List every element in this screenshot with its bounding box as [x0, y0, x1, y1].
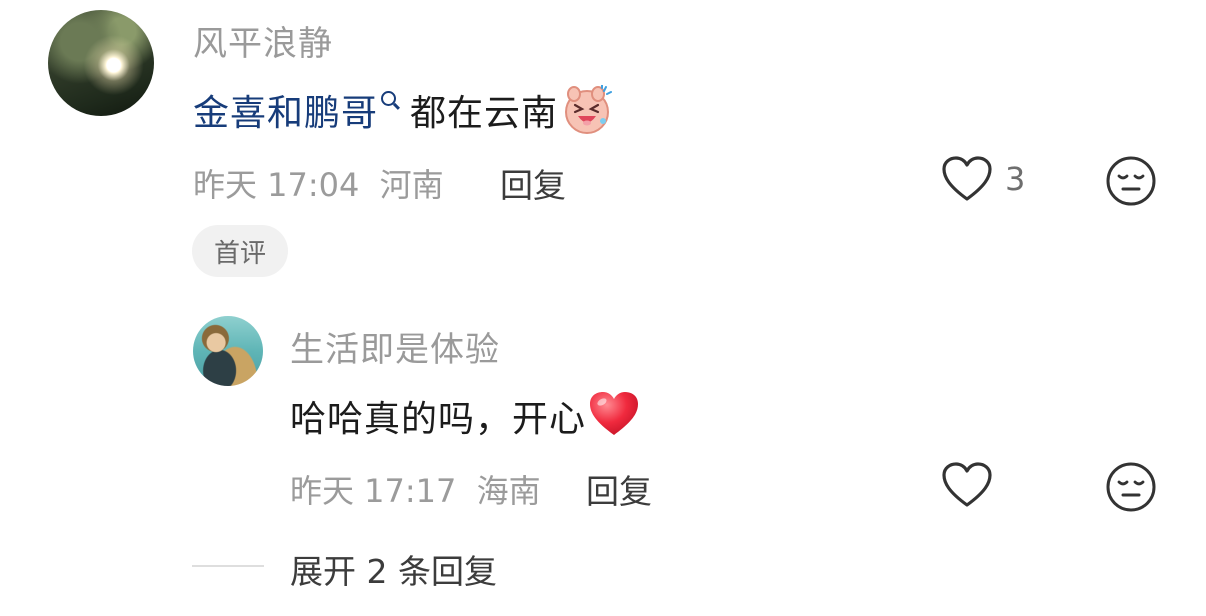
reply-text: 哈哈真的吗，开心	[290, 399, 587, 440]
comment-text: 都在云南	[410, 93, 559, 134]
like-count: 3	[1005, 160, 1026, 198]
first-comment-badge: 首评	[192, 225, 288, 277]
laughing-pig-emoji	[562, 84, 613, 135]
reply-location: 海南	[476, 472, 541, 510]
comment-content: 金喜和鹏哥 都在云南	[193, 84, 613, 136]
neutral-face-icon	[1106, 462, 1156, 512]
mention-link[interactable]: 金喜和鹏哥	[193, 84, 378, 136]
reply-dislike-button[interactable]	[1105, 461, 1157, 517]
reply-avatar[interactable]	[193, 316, 263, 386]
divider	[192, 565, 264, 567]
dislike-button[interactable]	[1105, 155, 1157, 211]
search-icon	[381, 90, 397, 106]
reply-username[interactable]: 生活即是体验	[290, 322, 500, 371]
reply-meta: 昨天 17:17 海南	[290, 466, 551, 512]
reply-reply-button[interactable]: 回复	[586, 465, 652, 513]
reply-like-button[interactable]	[941, 461, 993, 513]
heart-icon	[942, 156, 992, 201]
heart-icon	[942, 462, 992, 507]
reply-time: 昨天 17:17	[290, 472, 457, 510]
like-button[interactable]: 3	[941, 155, 1025, 203]
reply-content: 哈哈真的吗，开心	[290, 390, 640, 442]
comment-meta: 昨天 17:04 河南	[193, 160, 454, 206]
expand-replies-button[interactable]: 展开 2 条回复	[290, 545, 497, 593]
comment-time: 昨天 17:04	[193, 166, 360, 204]
comment-username[interactable]: 风平浪静	[193, 16, 333, 65]
neutral-face-icon	[1106, 156, 1156, 206]
comment-location: 河南	[379, 166, 444, 204]
red-heart-emoji	[588, 390, 640, 438]
reply-button[interactable]: 回复	[500, 159, 566, 207]
avatar[interactable]	[48, 10, 154, 116]
